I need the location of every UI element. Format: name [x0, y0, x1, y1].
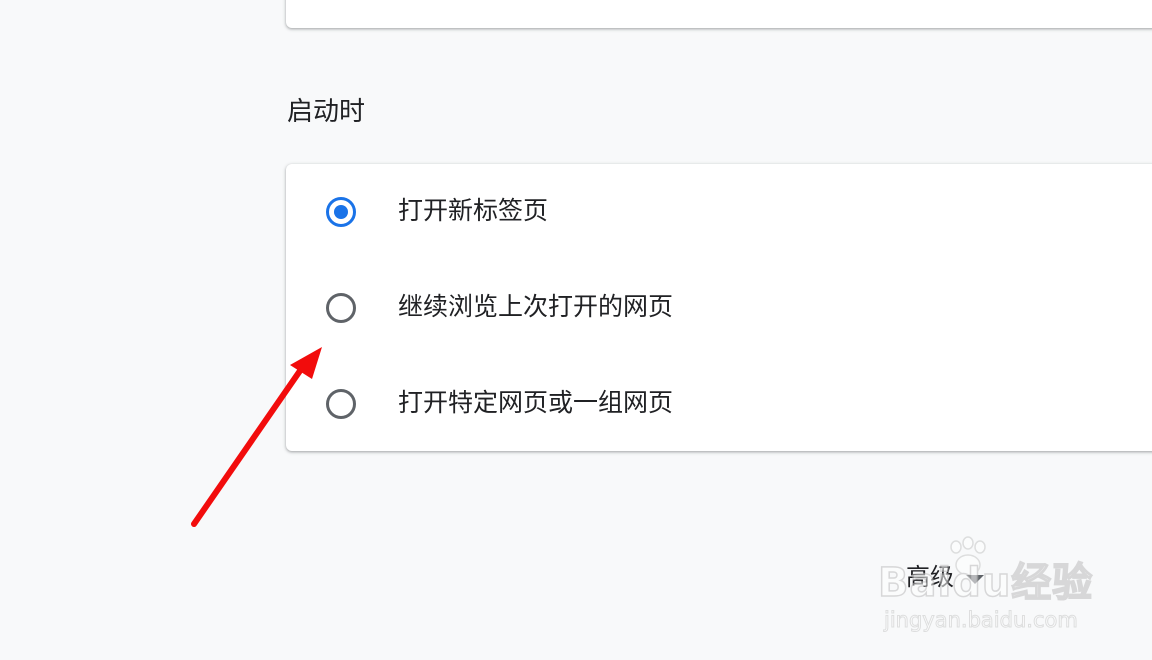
- radio-option-label: 打开新标签页: [398, 196, 549, 225]
- baidu-jingyan-watermark: Baidu经验 jingyan.baidu.com: [877, 535, 1118, 640]
- radio-button-unchecked[interactable]: [326, 293, 356, 323]
- previous-section-card: [286, 0, 1152, 28]
- watermark-url: jingyan.baidu.com: [884, 608, 1079, 633]
- red-arrow-icon: [191, 347, 322, 527]
- watermark-brand: Baidu经验: [877, 559, 1094, 607]
- radio-option-continue-where-left-off[interactable]: 继续浏览上次打开的网页: [286, 260, 1152, 356]
- radio-button-checked[interactable]: [326, 197, 356, 227]
- radio-option-label: 打开特定网页或一组网页: [398, 388, 674, 417]
- startup-options-card: 打开新标签页 继续浏览上次打开的网页 打开特定网页或一组网页: [286, 164, 1152, 451]
- radio-option-open-specific-pages[interactable]: 打开特定网页或一组网页: [286, 356, 1152, 452]
- radio-option-new-tab[interactable]: 打开新标签页: [286, 164, 1152, 260]
- radio-option-label: 继续浏览上次打开的网页: [398, 292, 674, 321]
- settings-page: 启动时 打开新标签页 继续浏览上次打开的网页 打开特定网页或一组网页 高级 Ba…: [0, 0, 1152, 660]
- startup-section-title: 启动时: [287, 97, 366, 127]
